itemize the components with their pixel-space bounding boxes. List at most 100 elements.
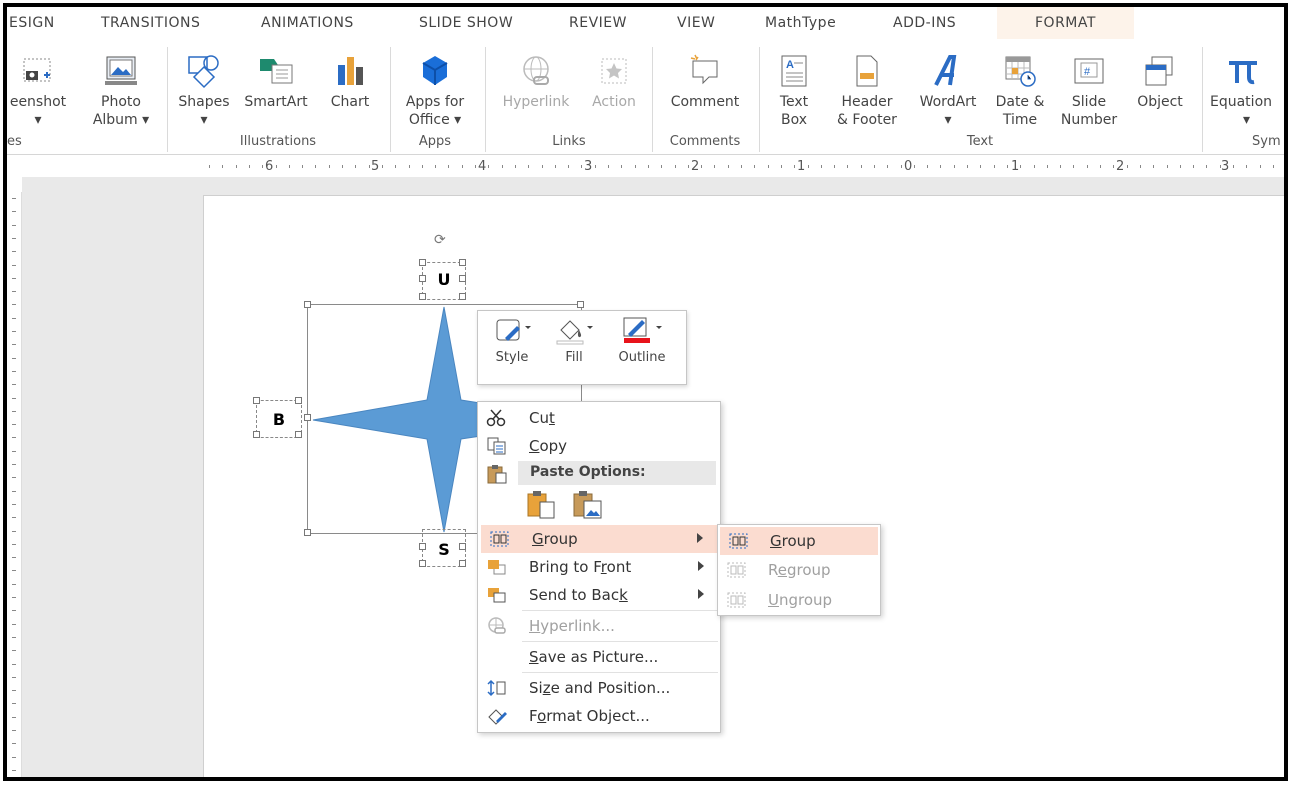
chart-button[interactable]: Chart	[319, 39, 381, 111]
tab-transitions[interactable]: TRANSITIONS	[101, 15, 200, 31]
tab-add-ins[interactable]: ADD-INS	[893, 15, 956, 31]
ruler-tick	[847, 165, 848, 168]
resize-handle[interactable]	[459, 293, 466, 300]
menu-item-hyperlink[interactable]: Hyperlink...	[478, 612, 718, 640]
resize-handle[interactable]	[577, 301, 584, 308]
shapes-dropdown: ▾	[200, 112, 208, 128]
wordart-label: WordArt	[919, 94, 977, 110]
tab-mathtype[interactable]: MathType	[765, 15, 836, 31]
smartart-button[interactable]: SmartArt	[237, 39, 315, 111]
ruler-tick	[1060, 165, 1061, 168]
submenu-item-group[interactable]: Group	[720, 527, 878, 555]
ruler-tick	[302, 165, 303, 168]
style-button[interactable]: Style	[488, 316, 536, 365]
apps-for-office-label: Apps for	[405, 94, 465, 110]
tab-review[interactable]: REVIEW	[569, 15, 627, 31]
menu-item-send-to-back[interactable]: Send to Back	[478, 581, 718, 609]
tab-design[interactable]: ESIGN	[9, 15, 55, 31]
bring-to-front-label-pre: Bring to F	[529, 558, 601, 576]
tab-slide-show[interactable]: SLIDE SHOW	[419, 15, 513, 31]
resize-handle[interactable]	[419, 543, 426, 550]
shapes-button[interactable]: Shapes ▾	[173, 39, 235, 129]
style-label: Style	[495, 350, 529, 365]
text-box-icon: A	[781, 55, 807, 87]
copy-icon	[487, 437, 506, 455]
ruler-tick	[808, 165, 809, 168]
submenu-item-ungroup[interactable]: Ungroup	[718, 586, 878, 614]
header-footer-label-2: & Footer	[837, 112, 897, 128]
header-footer-label: Header	[841, 94, 893, 110]
header-footer-button[interactable]: Header & Footer	[829, 39, 905, 129]
vertical-ruler	[7, 192, 22, 777]
wordart-button[interactable]: WordArt ▾	[911, 39, 985, 129]
resize-handle[interactable]	[419, 560, 426, 567]
comment-button[interactable]: Comment	[657, 39, 753, 111]
object-button[interactable]: Object	[1129, 39, 1191, 111]
equation-button[interactable]: Equation ▾	[1207, 39, 1284, 129]
ruler-tick	[12, 504, 16, 505]
screenshot-button[interactable]: eenshot ▾	[7, 39, 73, 129]
resize-handle[interactable]	[419, 275, 426, 282]
size-position-label-pre: Si	[529, 679, 543, 697]
tab-format[interactable]: FORMAT	[997, 7, 1134, 39]
hyperlink-button[interactable]: Hyperlink	[491, 39, 581, 111]
ruler-tick	[382, 165, 383, 168]
resize-handle[interactable]	[459, 259, 466, 266]
ruler-tick	[1153, 165, 1154, 168]
submenu-arrow-icon	[697, 533, 703, 543]
ruler-tick	[12, 424, 16, 425]
ruler-tick	[12, 610, 16, 611]
calendar-clock-icon	[1005, 56, 1036, 87]
ruler-tick	[12, 743, 16, 744]
resize-handle[interactable]	[419, 259, 426, 266]
menu-item-bring-to-front[interactable]: Bring to Front	[478, 553, 718, 581]
ruler-tick	[595, 165, 596, 168]
paste-keep-formatting-button[interactable]	[526, 490, 558, 520]
ribbon-separator	[167, 47, 168, 152]
ruler-tick	[1193, 165, 1194, 168]
menu-separator	[522, 610, 718, 611]
apps-for-office-button[interactable]: Apps for Office ▾	[395, 39, 475, 129]
resize-handle[interactable]	[295, 431, 302, 438]
ruler-tick	[1007, 165, 1008, 168]
resize-handle[interactable]	[304, 414, 311, 421]
resize-handle[interactable]	[459, 543, 466, 550]
rotate-handle-icon[interactable]: ⟳	[434, 232, 446, 248]
ruler-tick	[342, 165, 343, 168]
resize-handle[interactable]	[304, 529, 311, 536]
resize-handle[interactable]	[459, 275, 466, 282]
action-label: Action	[592, 94, 636, 110]
menu-item-group[interactable]: Group	[481, 525, 717, 553]
text-box-button[interactable]: A Text Box	[769, 39, 819, 129]
outline-button[interactable]: Outline	[608, 316, 676, 365]
date-time-button[interactable]: Date & Time	[987, 39, 1053, 129]
action-button[interactable]: Action	[581, 39, 647, 111]
slide-number-button[interactable]: # Slide Number	[1053, 39, 1125, 129]
ruler-tick	[12, 517, 16, 518]
menu-item-save-as-picture[interactable]: Save as Picture...	[478, 643, 718, 671]
submenu-item-regroup[interactable]: Regroup	[718, 556, 878, 584]
equation-dropdown: ▾	[1243, 112, 1251, 128]
ruler-tick	[927, 165, 928, 168]
menu-item-format-object[interactable]: Format Object...	[478, 702, 718, 730]
scissors-icon	[486, 409, 506, 427]
resize-handle[interactable]	[419, 293, 426, 300]
ungroup-label-key: U	[768, 591, 779, 609]
resize-handle[interactable]	[459, 560, 466, 567]
menu-item-size-and-position[interactable]: Size and Position...	[478, 674, 718, 702]
ruler-number: 5	[371, 159, 380, 174]
resize-handle[interactable]	[253, 397, 260, 404]
tab-animations[interactable]: ANIMATIONS	[261, 15, 354, 31]
fill-button[interactable]: Fill	[550, 316, 598, 365]
resize-handle[interactable]	[295, 397, 302, 404]
photo-album-button[interactable]: Photo Album ▾	[81, 39, 161, 129]
ruler-tick	[12, 451, 16, 452]
resize-handle[interactable]	[253, 431, 260, 438]
paste-picture-icon	[573, 491, 602, 519]
resize-handle[interactable]	[304, 301, 311, 308]
paste-as-picture-button[interactable]	[572, 490, 604, 520]
group-label-key: G	[532, 530, 544, 548]
menu-item-cut[interactable]: Cut	[478, 404, 718, 432]
menu-item-copy[interactable]: Copy	[478, 432, 718, 460]
tab-view[interactable]: VIEW	[677, 15, 715, 31]
